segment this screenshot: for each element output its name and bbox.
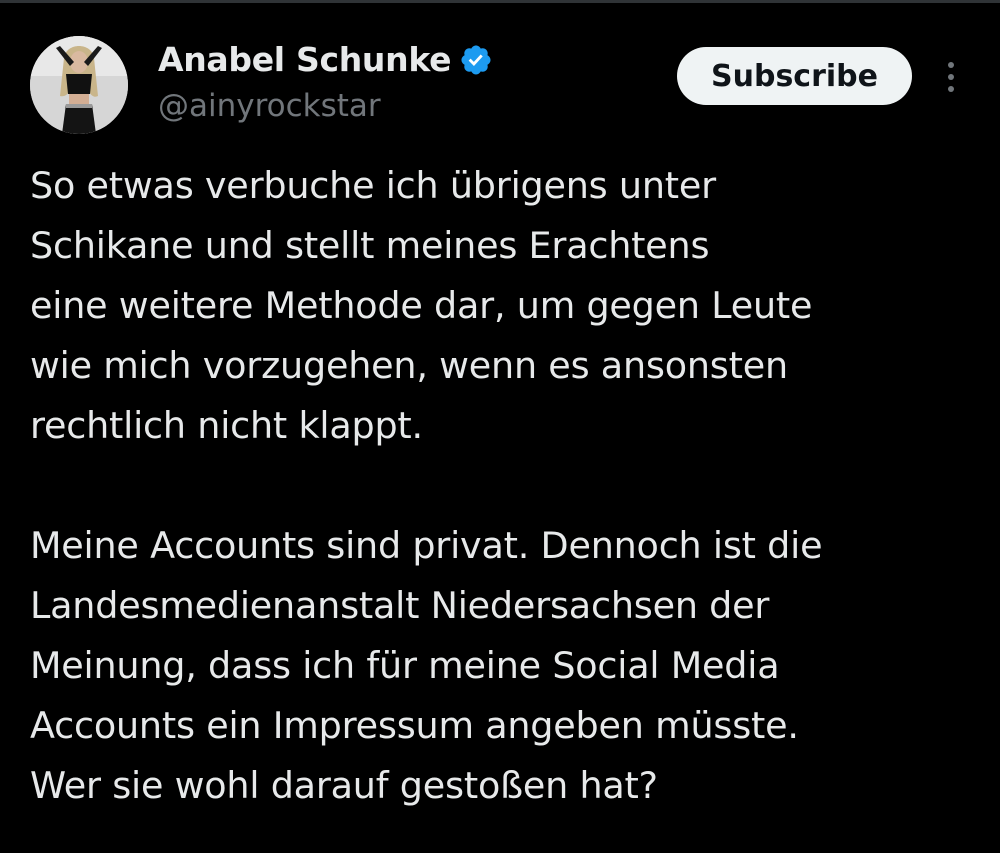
tweet-text-line: Meinung, dass ich für meine Social Media (30, 644, 780, 687)
avatar-photo (30, 36, 128, 134)
verified-badge-icon (459, 43, 493, 77)
author-display-name[interactable]: Anabel Schunke (158, 38, 451, 82)
tweet-text-line: Wer sie wohl darauf gestoßen hat? (30, 764, 658, 807)
tweet-text-line: Accounts ein Impressum angeben müsste. (30, 704, 799, 747)
paragraph-break (30, 456, 980, 516)
more-vertical-icon[interactable] (936, 56, 966, 98)
more-dot (948, 86, 954, 92)
subscribe-button[interactable]: Subscribe (677, 47, 912, 105)
tweet-text-line: rechtlich nicht klappt. (30, 404, 423, 447)
author-name-row: Anabel Schunke (158, 38, 493, 82)
tweet-text-line: Landesmedienanstalt Niedersachsen der (30, 584, 770, 627)
tweet-text-line: Meine Accounts sind privat. Dennoch ist … (30, 524, 823, 567)
tweet-text: So etwas verbuche ich übrigens unter Sch… (30, 156, 980, 816)
tweet-text-line: Schikane und stellt meines Erachtens (30, 224, 710, 267)
tweet: Anabel Schunke @ainyrockstar Subscribe S… (0, 0, 1000, 853)
tweet-text-line: eine weitere Methode dar, um gegen Leute (30, 284, 813, 327)
author-handle[interactable]: @ainyrockstar (158, 84, 381, 128)
tweet-text-line: wie mich vorzugehen, wenn es ansonsten (30, 344, 788, 387)
avatar[interactable] (30, 36, 128, 134)
more-dot (948, 74, 954, 80)
more-dot (948, 62, 954, 68)
tweet-text-line: So etwas verbuche ich übrigens unter (30, 164, 716, 207)
